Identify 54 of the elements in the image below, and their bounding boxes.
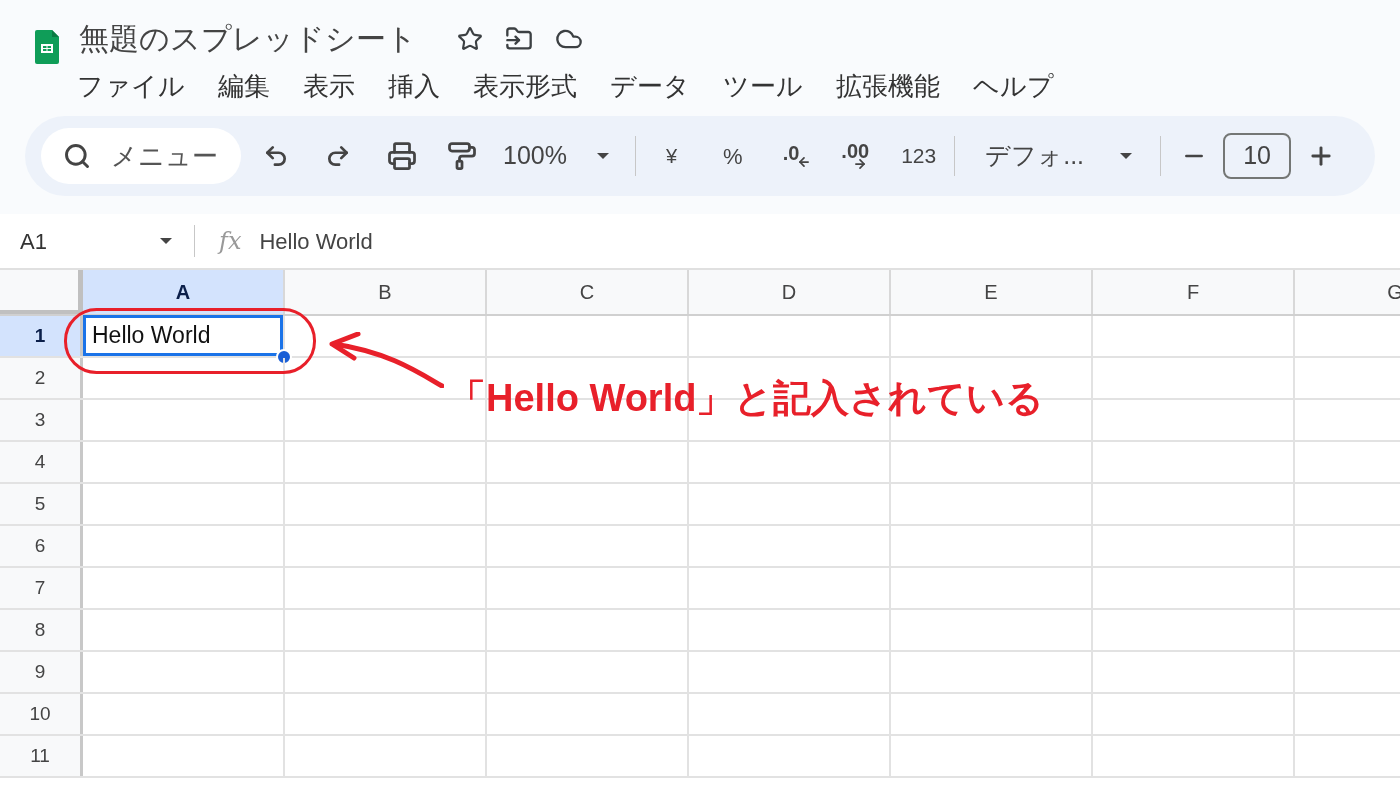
redo-icon[interactable] — [325, 143, 351, 169]
font-dropdown[interactable]: デフォ... — [985, 137, 1133, 175]
row-header[interactable]: 5 — [0, 484, 83, 524]
column-header[interactable]: B — [285, 270, 487, 314]
search-field[interactable]: メニュー — [41, 128, 241, 184]
currency-button[interactable]: ¥ — [665, 141, 678, 171]
row-header[interactable]: 4 — [0, 442, 83, 482]
menu-item[interactable]: 挿入 — [388, 64, 440, 108]
row-header[interactable]: 3 — [0, 400, 83, 440]
menu-item[interactable]: 表示 — [303, 64, 355, 108]
print-icon[interactable] — [387, 141, 417, 171]
selected-cell[interactable]: Hello World — [83, 315, 283, 356]
row-header[interactable]: 6 — [0, 526, 83, 566]
row-header[interactable]: 1 — [0, 316, 83, 356]
percent-button[interactable]: % — [723, 139, 743, 173]
increase-decimal-button[interactable]: .00 — [841, 141, 870, 171]
row-header[interactable]: 7 — [0, 568, 83, 608]
fill-handle-icon[interactable] — [276, 349, 292, 365]
annotation-text: 「Hello World」と記入されている — [448, 376, 1045, 421]
menu-item[interactable]: 表示形式 — [473, 64, 577, 108]
row-header[interactable]: 2 — [0, 358, 83, 398]
menu-item[interactable]: 拡張機能 — [836, 64, 940, 108]
arrow-right-icon — [853, 157, 868, 171]
column-header[interactable]: F — [1093, 270, 1295, 314]
menu-item[interactable]: データ — [610, 64, 690, 108]
dropdown-caret-icon — [1120, 153, 1133, 159]
decrease-decimal-button[interactable]: .0 — [782, 143, 812, 169]
formula-input[interactable]: Hello World — [259, 224, 373, 258]
menu-item[interactable]: ファイル — [77, 64, 185, 108]
column-header[interactable]: E — [891, 270, 1093, 314]
sheets-logo-icon[interactable] — [35, 30, 59, 64]
menu-item[interactable]: 編集 — [218, 64, 270, 108]
row-header[interactable]: 10 — [0, 694, 83, 734]
column-header[interactable]: D — [689, 270, 891, 314]
menu-item[interactable]: ヘルプ — [973, 64, 1054, 108]
star-icon[interactable] — [457, 26, 483, 52]
menu-item[interactable]: ツール — [723, 64, 803, 108]
number-format-button[interactable]: 123 — [901, 140, 937, 172]
column-header[interactable]: C — [487, 270, 689, 314]
font-size-field[interactable]: 10 — [1223, 133, 1292, 179]
zoom-dropdown[interactable]: 100% — [503, 137, 609, 175]
cell-reference[interactable]: A1 — [20, 224, 160, 258]
search-icon — [63, 142, 91, 170]
row-header[interactable]: 9 — [0, 652, 83, 692]
arrow-left-icon — [797, 155, 812, 169]
row-header[interactable]: 8 — [0, 610, 83, 650]
paint-roller-icon[interactable] — [447, 141, 477, 171]
dropdown-caret-icon — [160, 238, 172, 244]
column-header[interactable]: A — [83, 270, 285, 314]
document-title[interactable]: 無題のスプレッドシート — [79, 14, 417, 64]
undo-icon[interactable] — [263, 143, 289, 169]
row-header[interactable]: 11 — [0, 736, 83, 776]
fx-label: fx — [219, 226, 242, 257]
dropdown-caret-icon — [596, 153, 609, 159]
